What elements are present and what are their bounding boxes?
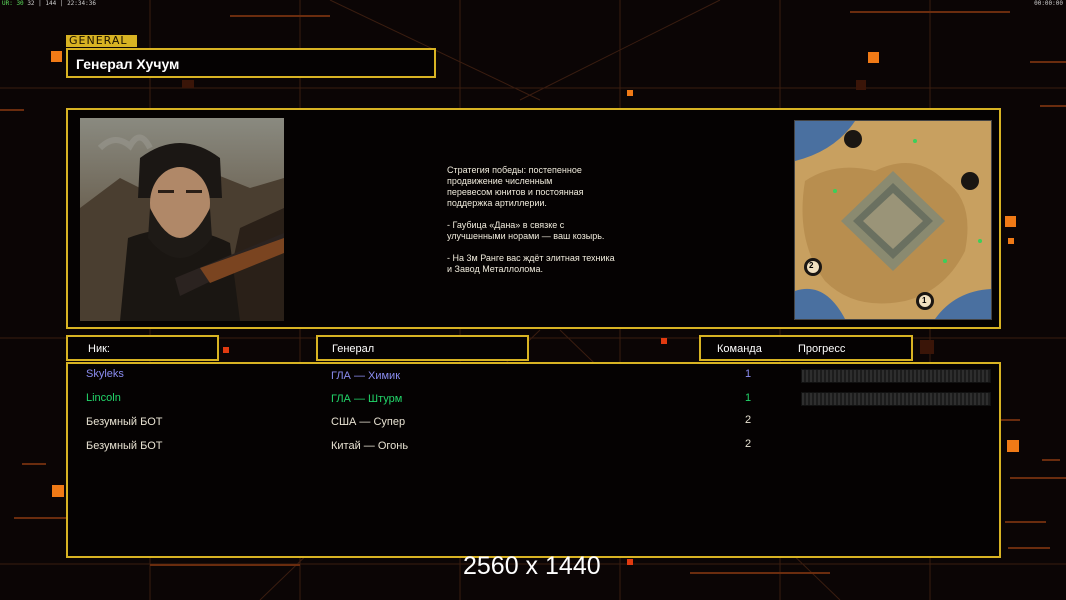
player-progress-bar (801, 369, 991, 383)
general-header: Генерал (316, 335, 529, 361)
decor-square (661, 338, 667, 344)
player-nick: Lincoln (86, 392, 121, 404)
player-row: Безумный БОТ США — Супер 2 (68, 414, 1003, 440)
decor-square (627, 559, 633, 565)
player-list: Skyleks ГЛА — Химик 1 Lincoln ГЛА — Штур… (66, 362, 1001, 558)
nick-header: Ник: (66, 335, 219, 361)
decor-square (868, 52, 879, 63)
general-portrait (80, 118, 284, 321)
player-team: 2 (745, 414, 752, 426)
player-general: США — Супер (331, 416, 406, 428)
player-nick: Skyleks (86, 368, 124, 380)
general-tag: GENERAL (66, 35, 137, 47)
progress-header-label: Прогресс (798, 343, 846, 355)
player-general: Китай — Огонь (331, 440, 409, 452)
decor-square (1008, 238, 1014, 244)
player-team: 1 (745, 368, 752, 380)
decor-square (51, 51, 62, 62)
player-nick: Безумный БОТ (86, 440, 163, 452)
minimap: 2 1 (794, 120, 992, 320)
resolution-label: 2560 x 1440 (463, 552, 601, 580)
player-row: Skyleks ГЛА — Химик 1 (68, 368, 1003, 392)
player-row: Безумный БОТ Китай — Огонь 2 (68, 438, 1003, 464)
status-bar-left: UR: 30 32 | 144 | 22:34:36 (2, 0, 96, 7)
general-description: Стратегия победы: постепенное продвижени… (447, 165, 615, 274)
fps-readout: UR: 30 (2, 0, 24, 7)
map-marker-1: 1 (922, 296, 927, 305)
decor-square (627, 90, 633, 96)
general-header-label: Генерал (332, 343, 375, 355)
decor-square (1007, 440, 1019, 452)
map-marker-2: 2 (809, 261, 814, 270)
clock-readout: 22:34:36 (67, 0, 96, 7)
decor-square (1005, 216, 1016, 227)
status-bar-right: 00:00:00 (1034, 0, 1063, 7)
general-title-box: Генерал Хучум (66, 48, 436, 78)
team-progress-header: Команда Прогресс (699, 335, 913, 361)
player-general: ГЛА — Химик (331, 370, 401, 382)
general-title: Генерал Хучум (76, 56, 180, 72)
decor-square (223, 347, 229, 353)
player-team: 1 (745, 392, 752, 404)
decor-square (52, 485, 64, 497)
player-nick: Безумный БОТ (86, 416, 163, 428)
nick-header-label: Ник: (88, 343, 110, 355)
player-team: 2 (745, 438, 752, 450)
player-progress-bar (801, 392, 991, 406)
counts-readout: 32 | 144 | (27, 0, 64, 7)
player-row: Lincoln ГЛА — Штурм 1 (68, 392, 1003, 416)
team-header-label: Команда (717, 343, 762, 355)
player-general: ГЛА — Штурм (331, 393, 403, 405)
